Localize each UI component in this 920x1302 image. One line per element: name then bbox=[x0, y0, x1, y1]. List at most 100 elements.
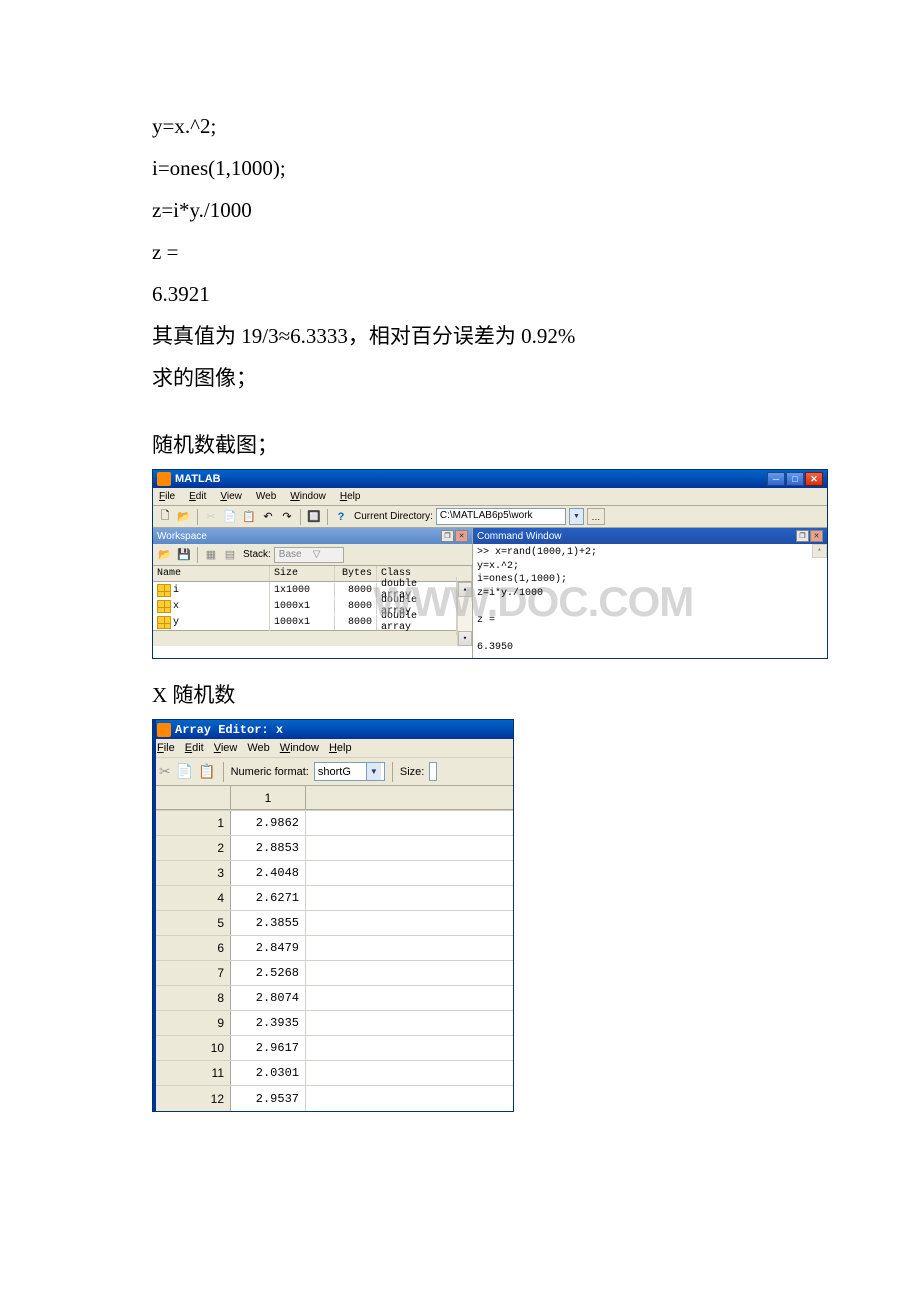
new-file-icon[interactable]: 🗋 bbox=[157, 509, 173, 525]
simulink-icon[interactable]: 🔲 bbox=[306, 509, 322, 525]
current-directory-input[interactable]: C:\MATLAB6p5\work bbox=[436, 508, 566, 525]
open-var-icon[interactable]: 📂 bbox=[157, 547, 173, 563]
numeric-format-select[interactable]: shortG ▼ bbox=[314, 762, 385, 781]
row-header[interactable]: 6 bbox=[153, 936, 231, 960]
col-header-bytes[interactable]: Bytes bbox=[335, 566, 377, 581]
paste-icon[interactable]: 📋 bbox=[241, 509, 257, 525]
dock-button[interactable]: ❐ bbox=[796, 530, 809, 542]
delete-icon[interactable]: ▤ bbox=[222, 547, 238, 563]
menu-edit[interactable]: Edit bbox=[187, 490, 208, 503]
row-header[interactable]: 11 bbox=[153, 1061, 231, 1085]
matlab-titlebar[interactable]: MATLAB ─ □ ✕ bbox=[153, 470, 827, 488]
scroll-track[interactable] bbox=[458, 597, 472, 631]
print-icon[interactable]: ▦ bbox=[203, 547, 219, 563]
menu-file[interactable]: File bbox=[157, 742, 175, 754]
menu-window[interactable]: Window bbox=[288, 490, 328, 503]
paste-icon[interactable]: 📋 bbox=[198, 763, 215, 780]
dropdown-icon[interactable]: ▼ bbox=[366, 763, 381, 780]
array-data-row[interactable]: 62.8479 bbox=[153, 936, 513, 961]
menu-edit[interactable]: Edit bbox=[185, 742, 204, 754]
array-data-row[interactable]: 122.9537 bbox=[153, 1086, 513, 1111]
row-header[interactable]: 8 bbox=[153, 986, 231, 1010]
array-data-row[interactable]: 102.9617 bbox=[153, 1036, 513, 1061]
open-file-icon[interactable]: 📂 bbox=[176, 509, 192, 525]
workspace-scrollbar[interactable]: ▴ ▾ bbox=[457, 582, 472, 646]
cut-icon[interactable]: ✂ bbox=[203, 509, 219, 525]
menu-web[interactable]: Web bbox=[254, 490, 278, 503]
cell-value[interactable]: 2.8074 bbox=[231, 986, 306, 1010]
col-header-size[interactable]: Size bbox=[270, 566, 335, 581]
help-icon[interactable]: ? bbox=[333, 509, 349, 525]
stack-select[interactable]: Base ▽ bbox=[274, 547, 344, 563]
menu-window[interactable]: Window bbox=[280, 742, 319, 754]
array-editor-menubar: File Edit View Web Window Help bbox=[153, 739, 513, 758]
array-data-row[interactable]: 32.4048 bbox=[153, 861, 513, 886]
cell-value[interactable]: 2.9862 bbox=[231, 811, 306, 835]
cell-value[interactable]: 2.6271 bbox=[231, 886, 306, 910]
row-header[interactable]: 2 bbox=[153, 836, 231, 860]
row-header[interactable]: 10 bbox=[153, 1036, 231, 1060]
array-data-row[interactable]: 52.3855 bbox=[153, 911, 513, 936]
cell-value[interactable]: 2.3935 bbox=[231, 1011, 306, 1035]
cell-value[interactable]: 2.5268 bbox=[231, 961, 306, 985]
array-data-row[interactable]: 72.5268 bbox=[153, 961, 513, 986]
cell-value[interactable]: 2.9617 bbox=[231, 1036, 306, 1060]
command-window-title: Command Window bbox=[477, 531, 561, 542]
column-header[interactable]: 1 bbox=[231, 786, 306, 810]
array-data-row[interactable]: 112.0301 bbox=[153, 1061, 513, 1086]
array-data-row[interactable]: 92.3935 bbox=[153, 1011, 513, 1036]
workspace-variable-row[interactable]: y1000x18000double array bbox=[153, 614, 457, 630]
menu-file[interactable]: File bbox=[157, 490, 177, 503]
blank-cell bbox=[306, 811, 513, 835]
variable-icon bbox=[157, 600, 171, 613]
cell-value[interactable]: 2.4048 bbox=[231, 861, 306, 885]
cell-value[interactable]: 2.0301 bbox=[231, 1061, 306, 1085]
row-header[interactable]: 12 bbox=[153, 1086, 231, 1111]
row-header[interactable]: 9 bbox=[153, 1011, 231, 1035]
dock-button[interactable]: ❐ bbox=[441, 530, 454, 542]
scroll-up-button[interactable]: ▴ bbox=[458, 582, 472, 597]
code-line: y=x.^2; bbox=[152, 105, 770, 147]
directory-dropdown[interactable]: ▼ bbox=[569, 508, 584, 525]
save-var-icon[interactable]: 💾 bbox=[176, 547, 192, 563]
cut-icon[interactable]: ✂ bbox=[159, 763, 171, 780]
scroll-down-button[interactable]: ▾ bbox=[458, 631, 472, 646]
menu-view[interactable]: View bbox=[218, 490, 244, 503]
cell-value[interactable]: 2.9537 bbox=[231, 1086, 306, 1111]
menu-help[interactable]: Help bbox=[338, 490, 363, 503]
row-header[interactable]: 4 bbox=[153, 886, 231, 910]
menu-help[interactable]: Help bbox=[329, 742, 352, 754]
menu-web[interactable]: Web bbox=[247, 742, 269, 754]
array-data-row[interactable]: 82.8074 bbox=[153, 986, 513, 1011]
cell-value[interactable]: 2.8479 bbox=[231, 936, 306, 960]
variable-bytes: 8000 bbox=[335, 583, 377, 598]
cell-value[interactable]: 2.8853 bbox=[231, 836, 306, 860]
size-input[interactable] bbox=[429, 762, 437, 781]
redo-icon[interactable]: ↷ bbox=[279, 509, 295, 525]
row-header[interactable]: 3 bbox=[153, 861, 231, 885]
close-button[interactable]: ✕ bbox=[805, 472, 823, 486]
array-editor-titlebar[interactable]: Array Editor: x bbox=[153, 720, 513, 739]
minimize-button[interactable]: ─ bbox=[767, 472, 785, 486]
variable-icon bbox=[157, 584, 171, 597]
matlab-toolbar: 🗋 📂 ✂ 📄 📋 ↶ ↷ 🔲 ? Current Directory: C:\… bbox=[153, 506, 827, 528]
col-header-name[interactable]: Name bbox=[153, 566, 270, 581]
blank-cell bbox=[306, 861, 513, 885]
close-panel-button[interactable]: ✕ bbox=[810, 530, 823, 542]
row-header[interactable]: 7 bbox=[153, 961, 231, 985]
copy-icon[interactable]: 📄 bbox=[222, 509, 238, 525]
row-header[interactable]: 1 bbox=[153, 811, 231, 835]
maximize-button[interactable]: □ bbox=[786, 472, 804, 486]
copy-icon[interactable]: 📄 bbox=[176, 763, 193, 780]
array-data-row[interactable]: 42.6271 bbox=[153, 886, 513, 911]
window-left-edge bbox=[153, 720, 156, 1111]
command-window-content[interactable]: WWW.DOC.COM >> x=rand(1000,1)+2;y=x.^2;i… bbox=[473, 544, 827, 658]
row-header[interactable]: 5 bbox=[153, 911, 231, 935]
browse-button[interactable]: … bbox=[587, 508, 605, 525]
array-data-row[interactable]: 12.9862 bbox=[153, 811, 513, 836]
array-data-row[interactable]: 22.8853 bbox=[153, 836, 513, 861]
undo-icon[interactable]: ↶ bbox=[260, 509, 276, 525]
close-panel-button[interactable]: ✕ bbox=[455, 530, 468, 542]
menu-view[interactable]: View bbox=[214, 742, 238, 754]
cell-value[interactable]: 2.3855 bbox=[231, 911, 306, 935]
